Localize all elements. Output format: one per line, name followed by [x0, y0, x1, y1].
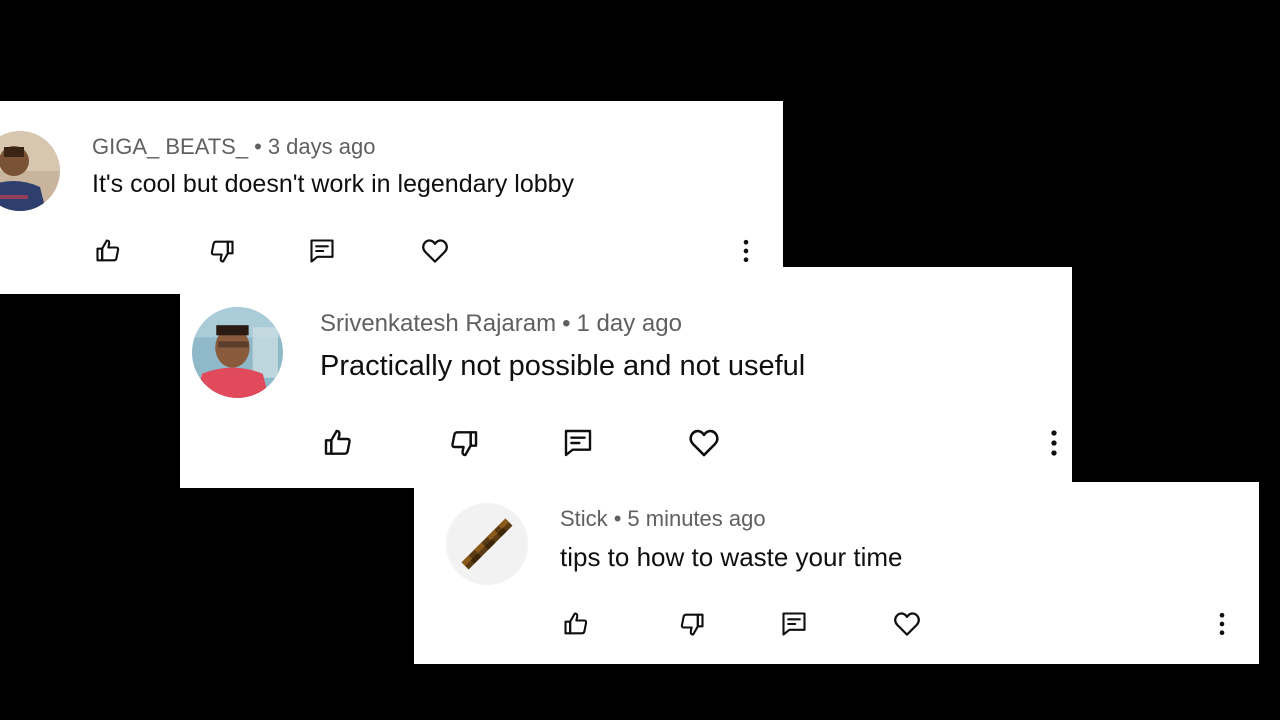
separator-dot: •: [562, 310, 571, 337]
heart-icon: [422, 239, 448, 263]
dislike-button[interactable]: [676, 608, 708, 640]
like-button[interactable]: [320, 425, 356, 461]
heart-icon: [689, 429, 719, 457]
avatar[interactable]: [192, 307, 283, 398]
comment-time[interactable]: 3 days ago: [268, 134, 376, 159]
like-button[interactable]: [92, 235, 124, 267]
comment-meta: Stick • 5 minutes ago: [560, 506, 766, 532]
dislike-button[interactable]: [206, 235, 238, 267]
more-options-icon: [743, 239, 749, 263]
comment-text: Practically not possible and not useful: [320, 350, 806, 382]
more-options-button[interactable]: [1206, 608, 1238, 640]
comment-meta: Srivenkatesh Rajaram • 1 day ago: [320, 310, 682, 338]
author-name[interactable]: GIGA_ BEATS_: [92, 134, 248, 159]
comment-text: It's cool but doesn't work in legendary …: [92, 170, 575, 198]
dislike-icon: [451, 431, 478, 457]
like-icon: [564, 612, 588, 635]
heart-button[interactable]: [686, 425, 722, 461]
reply-icon: [310, 239, 334, 263]
comment-text: tips to how to waste your time: [560, 542, 903, 572]
more-options-icon: [1051, 430, 1057, 456]
heart-button[interactable]: [891, 608, 923, 640]
separator-dot: •: [613, 506, 622, 531]
heart-button[interactable]: [419, 235, 451, 267]
comment-time[interactable]: 5 minutes ago: [627, 506, 765, 531]
reply-icon: [782, 612, 806, 636]
avatar[interactable]: [0, 131, 60, 211]
separator-dot: •: [254, 134, 262, 159]
dislike-icon: [680, 613, 704, 636]
heart-icon: [894, 612, 920, 636]
more-options-button[interactable]: [1036, 425, 1072, 461]
avatar[interactable]: [446, 503, 528, 585]
reply-button[interactable]: [778, 608, 810, 640]
author-name[interactable]: Srivenkatesh Rajaram: [320, 310, 556, 337]
reply-button[interactable]: [306, 235, 338, 267]
comment-card: Srivenkatesh Rajaram • 1 day ago Practical…: [180, 267, 1072, 488]
reply-button[interactable]: [560, 425, 596, 461]
dislike-button[interactable]: [446, 425, 482, 461]
comment-time[interactable]: 1 day ago: [577, 310, 682, 337]
more-options-button[interactable]: [730, 235, 762, 267]
comment-card: GIGA_ BEATS_ • 3 days ago It's cool but do…: [0, 101, 783, 294]
more-options-icon: [1219, 612, 1225, 636]
comment-meta: GIGA_ BEATS_ • 3 days ago: [92, 134, 375, 160]
like-icon: [324, 429, 351, 455]
reply-icon: [564, 429, 592, 457]
author-name[interactable]: Stick: [560, 506, 608, 531]
comment-card: Stick • 5 minutes ago tips to how to waste…: [414, 482, 1259, 664]
like-button[interactable]: [560, 608, 592, 640]
minecraft-stick-icon: [461, 518, 513, 570]
like-icon: [96, 239, 120, 262]
dislike-icon: [210, 240, 234, 263]
